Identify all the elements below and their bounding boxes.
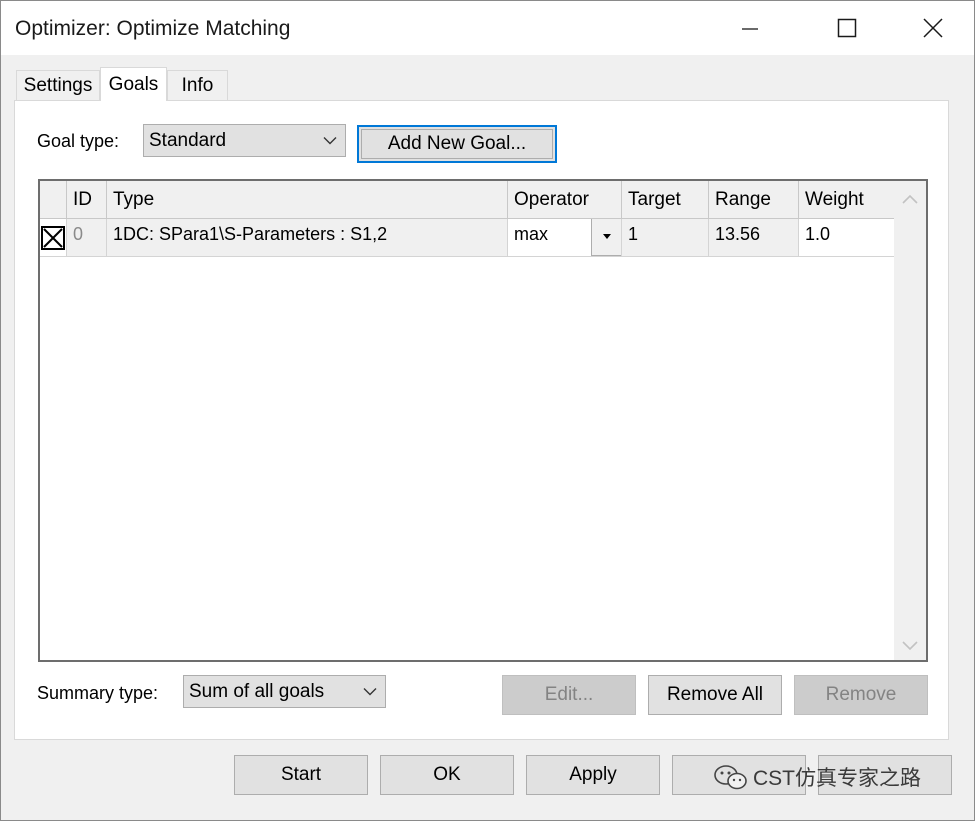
title-bar: Optimizer: Optimize Matching [1,1,974,55]
summary-type-label: Summary type: [37,683,159,703]
watermark-text: CST仿真专家之路 [753,767,921,790]
header-operator[interactable]: Operator [508,181,622,219]
table-cell-weight[interactable]: 1.0 [799,219,897,257]
window-title: Optimizer: Optimize Matching [15,17,291,40]
table-scrollbar[interactable] [894,181,926,660]
close-button[interactable] [901,1,965,55]
operator-dropdown[interactable]: max [508,219,622,257]
goal-type-value: Standard [149,129,227,151]
add-new-goal-button[interactable]: Add New Goal... [357,125,557,163]
chevron-down-icon [323,136,337,144]
tab-settings[interactable]: Settings [16,70,100,100]
remove-button[interactable]: Remove [794,675,928,715]
ok-button[interactable]: OK [380,755,514,795]
minimize-icon [742,28,758,30]
wechat-logo-icon [714,765,747,790]
edit-button[interactable]: Edit... [502,675,636,715]
scroll-up-icon[interactable] [902,194,918,204]
dropdown-arrow-icon [602,234,611,239]
goal-type-select[interactable]: Standard [143,124,346,157]
operator-dropdown-button[interactable] [591,219,621,256]
header-id[interactable]: ID [67,181,107,219]
header-target[interactable]: Target [622,181,709,219]
minimize-button[interactable] [718,1,782,55]
table-cell-id: 0 [67,219,107,257]
apply-button[interactable]: Apply [526,755,660,795]
table-cell-type[interactable]: 1DC: SPara1\S-Parameters : S1,2 [107,219,508,257]
maximize-button[interactable] [815,1,879,55]
maximize-icon [837,18,857,38]
table-cell-target[interactable]: 1 [622,219,709,257]
summary-type-select[interactable]: Sum of all goals [183,675,386,708]
table-row-checkbox[interactable] [40,219,67,257]
header-type[interactable]: Type [107,181,508,219]
table-cell-range[interactable]: 13.56 [709,219,799,257]
header-range[interactable]: Range [709,181,799,219]
tab-info[interactable]: Info [167,70,228,100]
header-weight[interactable]: Weight [799,181,897,219]
start-button[interactable]: Start [234,755,368,795]
scroll-down-icon[interactable] [902,641,918,651]
watermark: CST仿真专家之路 [713,762,921,792]
tab-goals[interactable]: Goals [100,67,167,101]
chevron-down-icon [363,687,377,695]
close-icon [923,18,943,38]
remove-all-button[interactable]: Remove All [648,675,782,715]
optimizer-window: Optimizer: Optimize Matching Settings Go… [0,0,975,821]
checkbox-checked-icon [41,226,65,250]
add-new-goal-label: Add New Goal... [387,133,527,154]
goal-type-label: Goal type: [37,131,120,151]
header-checkbox-column [40,181,67,219]
summary-type-value: Sum of all goals [189,680,325,702]
table-cell-operator: max [514,224,549,244]
goals-table[interactable]: ID Type Operator Target Range Weight 0 1… [38,179,928,662]
